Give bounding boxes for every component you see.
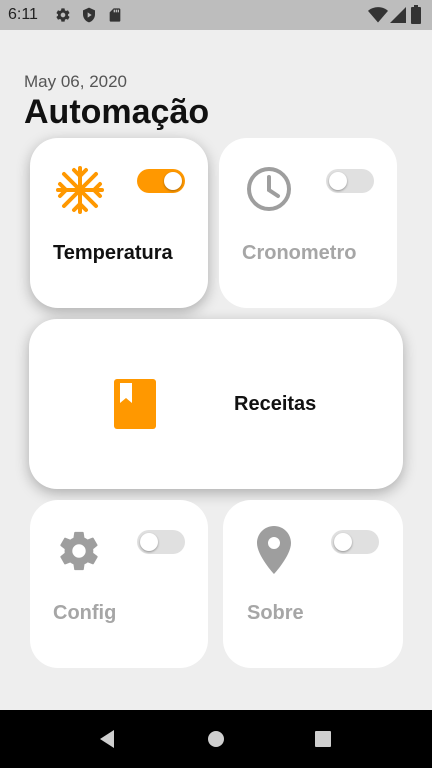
header-date: May 06, 2020 xyxy=(24,72,128,91)
temperatura-card[interactable]: Temperatura xyxy=(30,138,208,308)
config-label: Config xyxy=(53,602,117,624)
sobre-toggle[interactable] xyxy=(331,530,379,554)
temperatura-toggle[interactable] xyxy=(137,169,185,193)
signal-icon xyxy=(390,7,406,23)
shield-play-icon xyxy=(83,7,95,23)
toggle-knob xyxy=(140,533,158,551)
gear-icon xyxy=(60,531,98,571)
receitas-card[interactable]: Receitas xyxy=(29,319,403,489)
temperatura-label: Temperatura xyxy=(53,242,173,264)
cronometro-card[interactable]: Cronometro xyxy=(219,138,397,308)
location-pin-icon xyxy=(257,526,291,574)
receitas-label: Receitas xyxy=(234,393,317,415)
config-card[interactable]: Config xyxy=(30,500,208,668)
sd-card-icon xyxy=(109,8,121,22)
sobre-card[interactable]: Sobre xyxy=(223,500,403,668)
navigation-bar xyxy=(0,710,432,768)
battery-icon xyxy=(411,5,421,24)
snowflake-icon xyxy=(56,166,104,214)
clock-icon xyxy=(247,167,291,211)
recents-icon[interactable] xyxy=(315,731,331,747)
book-icon xyxy=(114,379,156,429)
wifi-icon xyxy=(368,7,388,23)
home-icon[interactable] xyxy=(207,730,225,748)
config-toggle[interactable] xyxy=(137,530,185,554)
toggle-knob xyxy=(334,533,352,551)
status-bar: 6:11 xyxy=(0,0,432,30)
page-title: Automação xyxy=(24,93,210,131)
cronometro-label: Cronometro xyxy=(242,242,357,264)
cronometro-toggle[interactable] xyxy=(326,169,374,193)
toggle-knob xyxy=(164,172,182,190)
back-icon[interactable] xyxy=(97,729,117,749)
status-time: 6:11 xyxy=(8,6,38,23)
gear-icon xyxy=(56,8,70,22)
sobre-label: Sobre xyxy=(247,602,304,624)
toggle-knob xyxy=(329,172,347,190)
